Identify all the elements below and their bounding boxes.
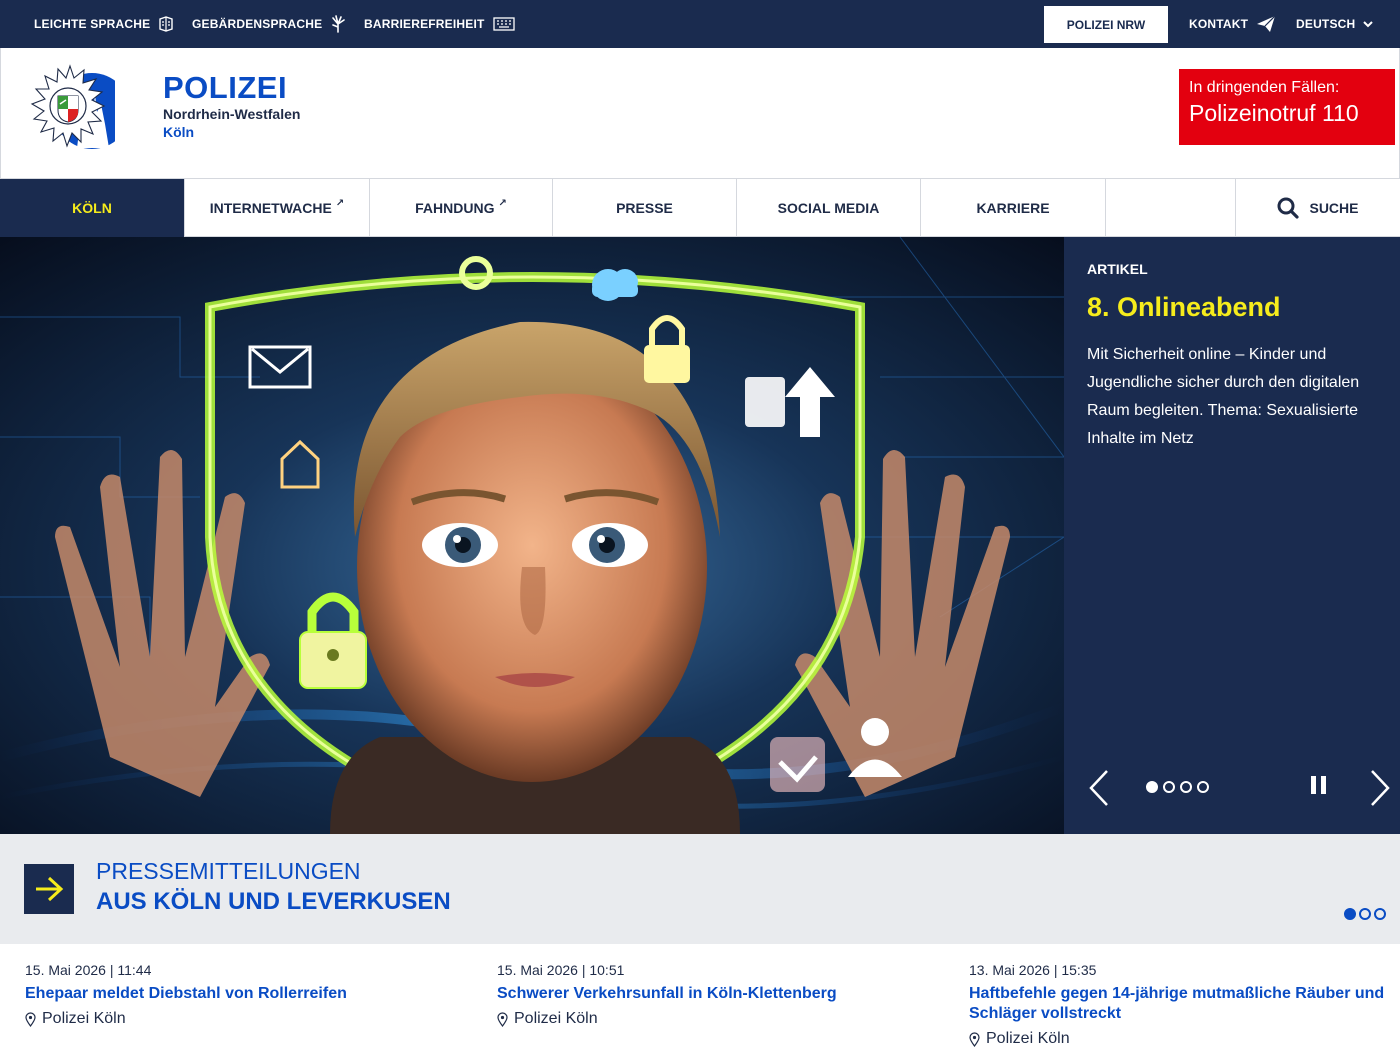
hero-kicker: ARTIKEL: [1087, 261, 1148, 277]
news-location: Polizei Köln: [969, 1030, 1389, 1048]
news-title-link[interactable]: Ehepaar meldet Diebstahl von Rollerreife…: [25, 984, 445, 1004]
press-carousel-dots: [1344, 908, 1386, 920]
news-card: 15. Mai 2026 | 10:51 Schwerer Verkehrsun…: [497, 962, 917, 1028]
site-header: POLIZEI Nordrhein-Westfalen Köln In drin…: [0, 48, 1400, 178]
news-card: 13. Mai 2026 | 15:35 Haftbefehle gegen 1…: [969, 962, 1389, 1048]
news-card: 15. Mai 2026 | 11:44 Ehepaar meldet Dieb…: [25, 962, 445, 1028]
nav-item-label: FAHNDUNG: [415, 200, 495, 216]
press-heading-line1: PRESSEMITTEILUNGEN: [96, 858, 361, 884]
carousel-dot[interactable]: [1163, 781, 1175, 793]
press-dot[interactable]: [1344, 908, 1356, 920]
paper-plane-icon: [1257, 15, 1276, 32]
map-pin-icon: [497, 1011, 508, 1027]
language-dropdown[interactable]: DEUTSCH: [1296, 0, 1374, 48]
nav-item-label: SOCIAL MEDIA: [777, 200, 880, 216]
hero-headline-link[interactable]: 8. Onlineabend: [1087, 292, 1281, 323]
nav-item-label: PRESSE: [616, 200, 673, 216]
search-button[interactable]: SUCHE: [1236, 179, 1400, 237]
news-title-link[interactable]: Schwerer Verkehrsunfall in Köln-Klettenb…: [497, 984, 917, 1004]
carousel-next-icon[interactable]: [1369, 769, 1391, 807]
news-date: 13. Mai 2026 | 15:35: [969, 962, 1097, 978]
contact-label: KONTAKT: [1189, 17, 1249, 31]
search-icon: [1277, 197, 1300, 219]
sign-language-label: GEBÄRDENSPRACHE: [192, 17, 323, 31]
news-location-label: Polizei Köln: [986, 1030, 1070, 1047]
hero-carousel: ARTIKEL 8. Onlineabend Mit Sicherheit on…: [0, 237, 1400, 834]
hero-article-panel: ARTIKEL 8. Onlineabend Mit Sicherheit on…: [1064, 237, 1400, 834]
news-location: Polizei Köln: [25, 1010, 445, 1028]
press-link-button[interactable]: [24, 864, 74, 914]
carousel-dot[interactable]: [1197, 781, 1209, 793]
nav-spacer: [1106, 179, 1236, 237]
nav-item-label: KARRIERE: [976, 200, 1050, 216]
easy-language-icon: [159, 16, 174, 32]
emergency-call-box[interactable]: In dringenden Fällen: Polizeinotruf 110: [1179, 69, 1395, 145]
news-date: 15. Mai 2026 | 10:51: [497, 962, 625, 978]
search-label: SUCHE: [1309, 200, 1359, 216]
language-label: DEUTSCH: [1296, 17, 1356, 31]
carousel-dot[interactable]: [1180, 781, 1192, 793]
nav-item-social-media[interactable]: SOCIAL MEDIA: [737, 179, 921, 237]
hero-image[interactable]: [0, 237, 1064, 834]
site-title: POLIZEI: [163, 70, 288, 105]
external-link-icon: ↗: [498, 197, 507, 209]
easy-language-label: LEICHTE SPRACHE: [34, 17, 151, 31]
nav-item-koeln[interactable]: KÖLN: [0, 179, 185, 237]
carousel-dots: [1146, 781, 1209, 793]
nav-item-fahndung[interactable]: FAHNDUNG ↗: [370, 179, 553, 237]
main-navigation: KÖLN INTERNETWACHE ↗ FAHNDUNG ↗ PRESSE SOC…: [0, 178, 1400, 237]
press-section-header: PRESSEMITTEILUNGEN AUS KÖLN UND LEVERKUS…: [0, 834, 1400, 944]
sign-language-icon: [332, 15, 346, 33]
sign-language-link[interactable]: GEBÄRDENSPRACHE: [192, 0, 346, 48]
hero-illustration: [0, 237, 1064, 834]
accessibility-link[interactable]: BARRIEREFREIHEIT: [364, 0, 515, 48]
nav-item-label: KÖLN: [72, 200, 112, 216]
contact-link[interactable]: KONTAKT: [1189, 0, 1276, 48]
easy-language-link[interactable]: LEICHTE SPRACHE: [34, 0, 174, 48]
press-dot[interactable]: [1359, 908, 1371, 920]
carousel-dot[interactable]: [1146, 781, 1158, 793]
external-link-icon: ↗: [335, 197, 345, 209]
nav-item-karriere[interactable]: KARRIERE: [921, 179, 1106, 237]
arrow-right-icon: [36, 876, 64, 902]
emergency-label: In dringenden Fällen:: [1189, 79, 1340, 96]
keyboard-icon: [492, 17, 515, 31]
press-heading-line2[interactable]: AUS KÖLN UND LEVERKUSEN: [96, 888, 451, 916]
news-title-link[interactable]: Haftbefehle gegen 14-jährige mutmaßliche…: [969, 984, 1389, 1024]
press-dot[interactable]: [1374, 908, 1386, 920]
news-location-label: Polizei Köln: [514, 1010, 598, 1027]
nav-item-label: INTERNETWACHE: [209, 200, 332, 216]
nav-item-internetwache[interactable]: INTERNETWACHE ↗: [185, 179, 370, 237]
top-utility-bar: LEICHTE SPRACHE GEBÄRDENSPRACHE BARRIERE…: [0, 0, 1400, 48]
accessibility-label: BARRIEREFREIHEIT: [364, 17, 485, 31]
news-location: Polizei Köln: [497, 1010, 917, 1028]
map-pin-icon: [969, 1031, 980, 1047]
hero-teaser: Mit Sicherheit online – Kinder und Jugen…: [1087, 346, 1360, 447]
news-location-label: Polizei Köln: [42, 1010, 126, 1027]
site-region: Nordrhein-Westfalen: [163, 106, 301, 122]
pause-icon[interactable]: [1311, 776, 1327, 794]
map-pin-icon: [25, 1011, 36, 1027]
nav-item-presse[interactable]: PRESSE: [553, 179, 737, 237]
emergency-number: Polizeinotruf 110: [1189, 100, 1359, 126]
police-star-logo: [30, 64, 115, 149]
site-city: Köln: [163, 124, 195, 140]
polizei-nrw-button[interactable]: POLIZEI NRW: [1044, 6, 1168, 43]
chevron-down-icon: [1363, 21, 1374, 28]
carousel-prev-icon[interactable]: [1088, 769, 1110, 807]
news-date: 15. Mai 2026 | 11:44: [25, 962, 152, 978]
